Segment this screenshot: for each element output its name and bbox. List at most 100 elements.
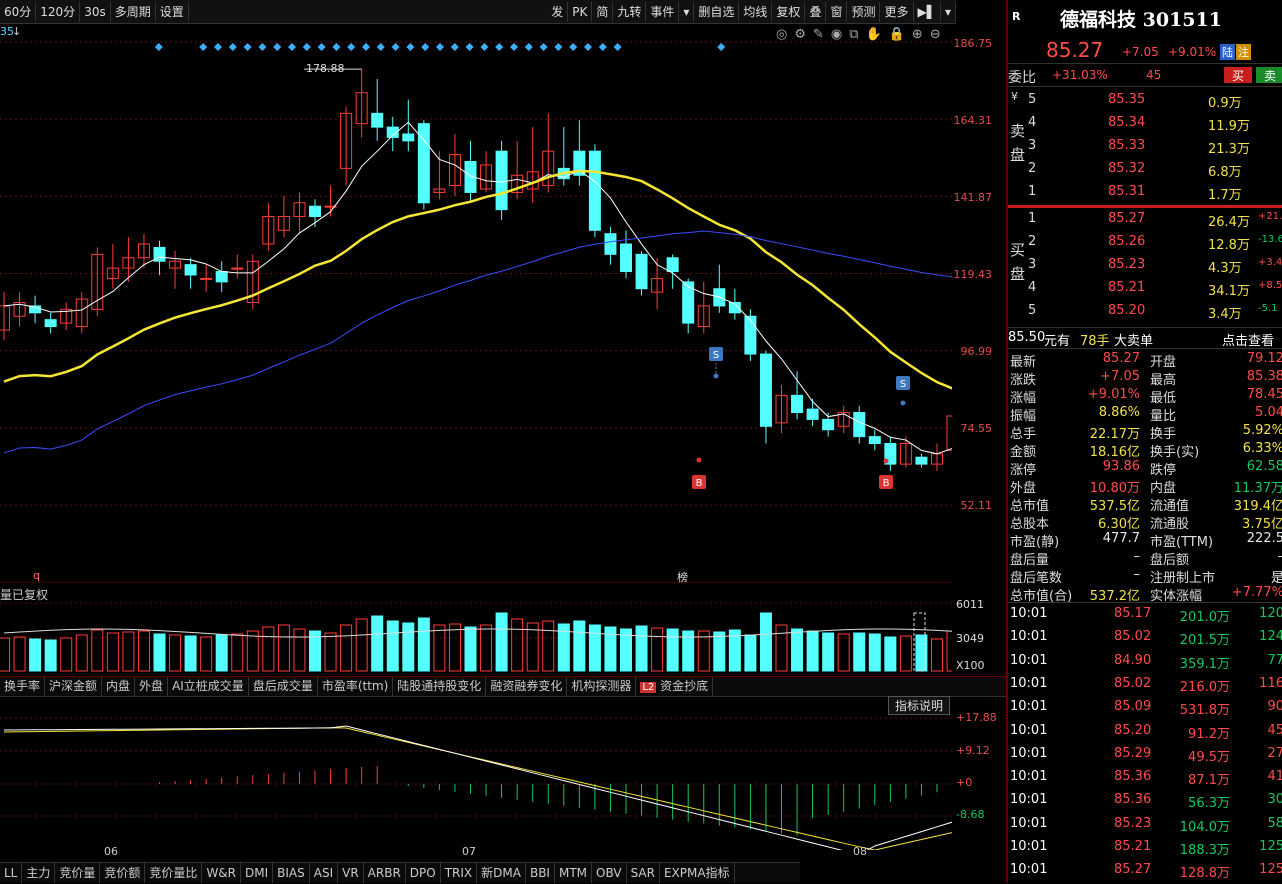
tab-expma[interactable]: EXPMA指标 [660,863,735,883]
kline-chart-area[interactable]: 60分 120分 30s 多周期 设置 发 PK 简 九转 事件 ▾ 删自选 均… [0,0,1006,883]
candle-body[interactable] [231,267,244,270]
toolbar-overlay[interactable]: 叠 [805,1,827,22]
tab-ai-volume[interactable]: AI立桩成交量 [168,677,249,696]
buy-level-row[interactable]: 5 85.20 3.4万 -5.1 [1008,300,1282,323]
tab-bias[interactable]: BIAS [273,863,310,883]
tab-bottom-fishing[interactable]: L2 资金抄底 [636,677,714,696]
tab-sar[interactable]: SAR [627,863,660,883]
sell-level-row[interactable]: 4 85.34 11.9万 [1008,112,1282,135]
candle-body[interactable] [635,253,648,290]
collapse-icon[interactable]: ▶▌ [914,1,941,22]
candle-body[interactable] [868,436,881,444]
candle-body[interactable] [915,456,928,465]
zoom-out-icon[interactable]: ⊖ [930,27,941,42]
candlestick-chart[interactable]: S S B B [0,23,952,583]
toolbar-jian[interactable]: 简 [592,1,614,22]
tab-after-volume[interactable]: 盘后成交量 [249,677,318,696]
toolbar-forecast[interactable]: 预测 [847,1,881,22]
sell-button[interactable]: 卖 [1256,67,1282,83]
candle-body[interactable] [215,271,228,283]
trade-signal[interactable]: B [692,475,706,489]
candle-body[interactable] [184,264,197,276]
tab-ll[interactable]: LL [0,863,23,883]
buy-level-row[interactable]: 3 85.23 4.3万 +3.4 [1008,254,1282,277]
buy-level-row[interactable]: 1 85.27 26.4万 +21.3 [1008,208,1282,231]
candle-body[interactable] [666,257,679,273]
period-30s[interactable]: 30s [80,1,111,22]
chevron-down-icon[interactable]: ▾ [941,1,956,22]
candle-body[interactable] [853,412,866,438]
lock-icon[interactable]: 🔒 [889,27,905,42]
tab-northbound[interactable]: 陆股通持股变化 [393,677,487,696]
candle-body[interactable] [402,133,415,142]
tab-mtm[interactable]: MTM [555,863,593,883]
zoom-in-icon[interactable]: ⊕ [912,27,923,42]
candle-body[interactable] [604,233,617,255]
toolbar-fa[interactable]: 发 [547,1,569,22]
candle-body[interactable] [759,353,772,427]
period-60m[interactable]: 60分 [0,1,37,22]
tab-bbi[interactable]: BBI [526,863,555,883]
big-order-row[interactable]: 85.50 元有 78手 大卖单 点击查看 [1008,327,1282,349]
big-order-link[interactable]: 点击查看 [1222,330,1274,349]
tab-obv[interactable]: OBV [592,863,627,883]
tab-pe-ttm[interactable]: 市盈率(ttm) [318,677,394,696]
tab-institution[interactable]: 机构探测器 [567,677,637,696]
gear-icon[interactable]: ⚙ [794,27,806,42]
settings-button[interactable]: 设置 [156,1,189,22]
sell-level-row[interactable]: 3 85.33 21.3万 [1008,135,1282,158]
sell-level-row[interactable]: 5 85.35 0.9万 [1008,89,1282,112]
tab-margin[interactable]: 融资融券变化 [486,677,568,696]
period-120m[interactable]: 120分 [36,1,81,22]
tab-trix[interactable]: TRIX [441,863,478,883]
volume-chart[interactable] [0,583,952,676]
toolbar-adjust[interactable]: 复权 [772,1,806,22]
tab-new-dma[interactable]: 新DMA [477,863,526,883]
tab-dmi[interactable]: DMI [241,863,274,883]
buy-button[interactable]: 买 [1224,67,1252,83]
toolbar-window[interactable]: 窗 [826,1,848,22]
candle-body[interactable] [200,277,213,280]
tab-main-force[interactable]: 主力 [22,863,56,883]
sell-level-row[interactable]: 2 85.32 6.8万 [1008,158,1282,181]
candle-body[interactable] [806,408,819,420]
tab-dpo[interactable]: DPO [406,863,441,883]
tab-auction-ratio[interactable]: 竞价量比 [145,863,203,883]
macd-chart[interactable] [0,696,952,850]
candle-body[interactable] [44,319,57,328]
multi-period-button[interactable]: 多周期 [111,1,156,22]
sell-level-row[interactable]: 1 85.31 1.7万 [1008,181,1282,204]
tab-inner[interactable]: 内盘 [102,677,136,696]
toolbar-jiuzhuan[interactable]: 九转 [613,1,647,22]
tab-vr[interactable]: VR [338,863,364,883]
hand-icon[interactable]: ✋ [866,27,882,42]
candle-body[interactable] [744,315,757,355]
eye-icon[interactable]: ◉ [831,27,842,42]
buy-level-row[interactable]: 2 85.26 12.8万 -13.6 [1008,231,1282,254]
pen-icon[interactable]: ✎ [813,27,824,42]
candle-body[interactable] [946,415,952,451]
target-icon[interactable]: ◎ [776,27,787,42]
candle-body[interactable] [309,205,321,218]
candle-body[interactable] [620,243,632,273]
toolbar-more[interactable]: 更多 [880,1,914,22]
trade-signal[interactable]: B [879,475,893,489]
toolbar-pk[interactable]: PK [568,1,593,22]
trade-signal[interactable]: S [896,376,910,390]
tab-arbr[interactable]: ARBR [364,863,406,883]
trade-signal[interactable]: S [709,347,723,361]
toolbar-remove-watch[interactable]: 删自选 [694,1,740,22]
buy-level-row[interactable]: 4 85.21 34.1万 +8.5 [1008,277,1282,300]
dropdown-icon[interactable]: ▾ [679,1,695,22]
candle-body[interactable] [495,150,508,211]
candle-body[interactable] [0,305,10,331]
tab-asi[interactable]: ASI [310,863,339,883]
candle-body[interactable] [588,150,601,231]
tab-turnover[interactable]: 换手率 [0,677,46,696]
tab-auction-amount[interactable]: 竞价额 [100,863,146,883]
tab-wr[interactable]: W&R [202,863,241,883]
toolbar-events[interactable]: 事件 [646,1,680,22]
candle-body[interactable] [822,418,835,431]
candle-body[interactable] [791,394,804,414]
copy-icon[interactable]: ⧉ [849,27,858,42]
